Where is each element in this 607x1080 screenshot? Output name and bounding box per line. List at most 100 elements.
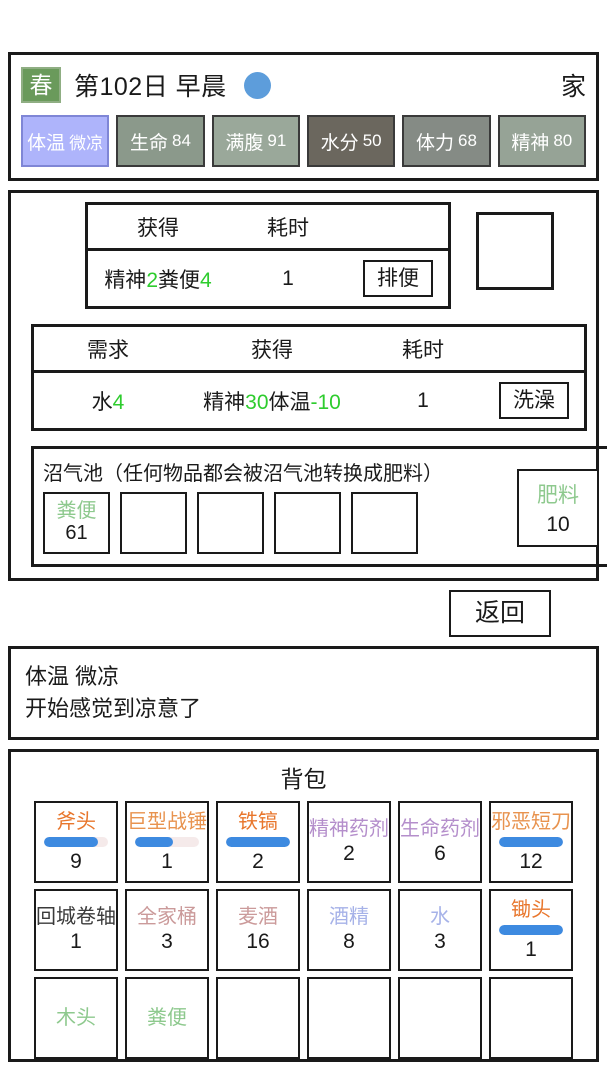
gain-amount: 2	[146, 268, 158, 292]
empty-item-slot[interactable]	[476, 212, 554, 290]
col-header-time: 耗时	[402, 338, 444, 362]
durability-bar	[135, 836, 199, 847]
backpack-panel: 背包 斧头 9 巨型战锤 1 铁镐 2 精神药剂 2 生命药剂 6 邪恶短刀 12 回城卷轴 1 全家桶 3 麦…	[8, 749, 599, 1062]
backpack-item-slot[interactable]: 锄头 1	[489, 889, 573, 971]
backpack-item-slot[interactable]	[307, 977, 391, 1059]
gain-amount: 30	[245, 390, 269, 414]
backpack-item-slot[interactable]: 铁镐 2	[216, 801, 300, 883]
backpack-item-slot[interactable]: 水3	[398, 889, 482, 971]
backpack-grid: 斧头 9 巨型战锤 1 铁镐 2 精神药剂 2 生命药剂 6 邪恶短刀 12 回城卷轴 1 全家桶 3 麦酒 16…	[11, 801, 596, 1059]
backpack-item-slot[interactable]: 回城卷轴 1	[34, 889, 118, 971]
item-count: 2	[343, 842, 355, 865]
biogas-slot[interactable]: 粪便 61	[43, 492, 110, 554]
item-count: 8	[343, 930, 355, 953]
biogas-slot[interactable]	[197, 492, 264, 554]
gain-amount: 4	[200, 268, 212, 292]
backpack-item-slot[interactable]: 麦酒 16	[216, 889, 300, 971]
stat-3: 水分 50	[306, 115, 396, 167]
location-label: 家	[560, 73, 586, 101]
biogas-slot-list: 粪便 61	[43, 492, 501, 554]
item-name: 精神药剂	[309, 818, 389, 840]
backpack-item-slot[interactable]: 全家桶 3	[125, 889, 209, 971]
item-name: 粪便	[147, 1007, 187, 1029]
item-name: 巨型战锤	[127, 810, 207, 833]
stat-label: 体温	[27, 132, 66, 154]
action-table-header: 需求 获得 耗时	[34, 327, 584, 373]
backpack-item-slot[interactable]: 巨型战锤 1	[125, 801, 209, 883]
item-name: 酒精	[329, 906, 369, 928]
item-count: 9	[70, 849, 82, 873]
action-defecate-row: 获得 耗时 精神2粪便4 1 排便	[19, 202, 588, 309]
biogas-slot[interactable]	[351, 492, 418, 554]
resource-label: 粪便	[158, 268, 200, 292]
backpack-item-slot[interactable]: 木头	[34, 977, 118, 1059]
stat-value: 80	[553, 131, 573, 150]
stat-4: 体力 68	[402, 115, 491, 167]
stats-row: 体温 微凉 生命 84 满腹 91 水分 50 体力 68 精神 80	[21, 115, 586, 167]
item-count: 1	[70, 930, 82, 953]
game-screen: 春 第102日 早晨 家 体温 微凉 生命 84 满腹 91 水分 50 体力 68 精神 80 获得…	[0, 0, 607, 1080]
defecate-button[interactable]: 排便	[363, 260, 433, 297]
stat-value: 84	[172, 131, 191, 150]
backpack-item-slot[interactable]: 粪便	[125, 977, 209, 1059]
backpack-item-slot[interactable]: 精神药剂 2	[307, 801, 391, 883]
resource-label: 体温	[268, 390, 311, 414]
item-name: 斧头	[56, 810, 96, 833]
stat-value: 50	[362, 131, 382, 150]
item-name: 水	[430, 906, 450, 928]
action-time-value: 1	[282, 266, 294, 290]
backpack-item-slot[interactable]	[398, 977, 482, 1059]
item-count: 2	[252, 849, 264, 873]
biogas-title: 沼气池（任何物品都会被沼气池转换成肥料）	[43, 463, 443, 485]
actions-panel: 获得 耗时 精神2粪便4 1 排便 需求 获得 耗时 水4 精神30体温-10 …	[8, 190, 607, 581]
action-table-bathe: 需求 获得 耗时 水4 精神30体温-10 1 洗澡	[31, 324, 587, 431]
stat-label: 生命	[130, 132, 169, 154]
fertilizer-output-slot[interactable]: 肥料 10	[517, 469, 599, 547]
item-count: 1	[161, 849, 173, 873]
item-count: 6	[434, 842, 446, 865]
status-header: 春 第102日 早晨 家 体温 微凉 生命 84 满腹 91 水分 50 体力 68 精神 80	[8, 52, 599, 181]
stat-value: 68	[458, 131, 477, 150]
bathe-button[interactable]: 洗澡	[499, 382, 569, 419]
action-need-value: 水4	[34, 386, 182, 416]
gain-amount: -10	[310, 390, 341, 414]
durability-bar	[226, 836, 290, 847]
item-name: 麦酒	[238, 906, 278, 928]
stat-value: 91	[267, 131, 287, 150]
backpack-title: 背包	[280, 766, 327, 792]
action-gain-value: 精神30体温-10	[182, 386, 362, 416]
slot-item-count: 61	[65, 522, 88, 544]
action-table-row: 水4 精神30体温-10 1 洗澡	[34, 373, 584, 428]
item-name: 邪恶短刀	[491, 810, 571, 833]
biogas-left: 沼气池（任何物品都会被沼气池转换成肥料） 粪便 61	[43, 457, 501, 554]
action-gain-value: 精神2粪便4	[88, 264, 228, 294]
resource-label: 精神	[203, 390, 246, 414]
durability-bar	[499, 836, 563, 847]
backpack-item-slot[interactable]: 酒精 8	[307, 889, 391, 971]
sun-circle-icon	[243, 71, 271, 99]
item-count: 3	[434, 930, 446, 953]
backpack-item-slot[interactable]: 斧头 9	[34, 801, 118, 883]
backpack-item-slot[interactable]	[489, 977, 573, 1059]
biogas-slot[interactable]	[120, 492, 187, 554]
biogas-slot[interactable]	[274, 492, 341, 554]
slot-item-name: 粪便	[56, 500, 97, 522]
stat-0: 体温 微凉	[21, 115, 110, 167]
col-header-need: 需求	[87, 338, 129, 362]
item-name: 全家桶	[137, 906, 197, 928]
back-button[interactable]: 返回	[448, 590, 551, 637]
backpack-item-slot[interactable]: 邪恶短刀 12	[489, 801, 573, 883]
col-header-time: 耗时	[267, 216, 309, 240]
action-table-defecate: 获得 耗时 精神2粪便4 1 排便	[85, 202, 451, 309]
item-name: 铁镐	[238, 810, 278, 833]
backpack-item-slot[interactable]	[216, 977, 300, 1059]
log-line: 体温 微凉	[25, 664, 120, 689]
fertilizer-count: 10	[546, 513, 570, 536]
action-table-header: 获得 耗时	[88, 205, 448, 251]
backpack-item-slot[interactable]: 生命药剂 6	[398, 801, 482, 883]
season-badge: 春	[21, 67, 61, 103]
action-table-row: 精神2粪便4 1 排便	[88, 251, 448, 306]
stat-label: 满腹	[225, 132, 264, 154]
item-count: 3	[161, 930, 173, 953]
action-time-value: 1	[417, 388, 429, 412]
